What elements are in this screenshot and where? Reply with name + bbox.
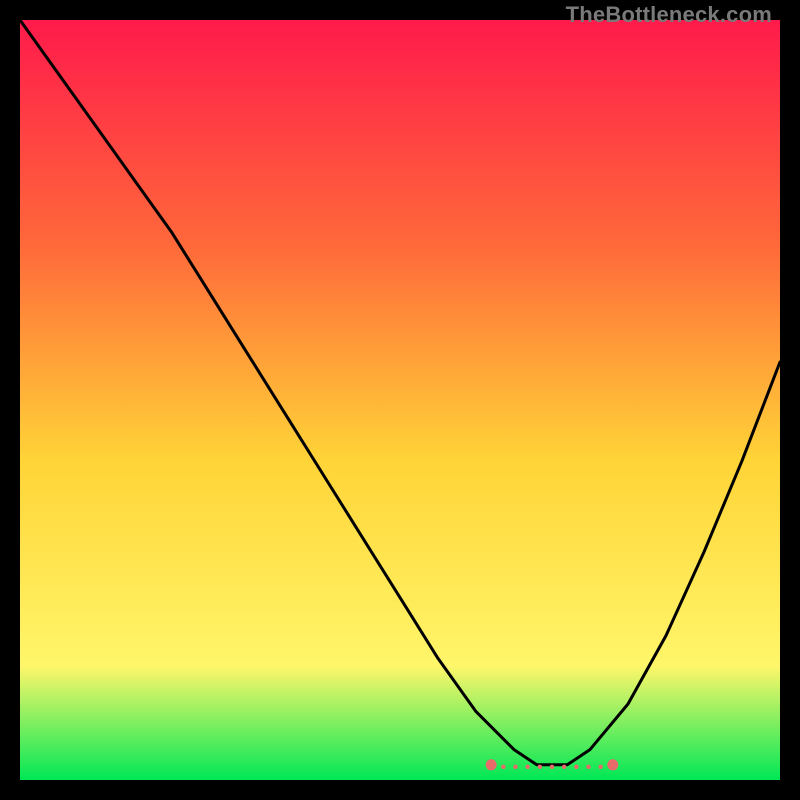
optimal-zone-dot (486, 759, 497, 770)
gradient-background (20, 20, 780, 780)
optimal-zone-dot (574, 765, 578, 769)
bottleneck-chart (20, 20, 780, 780)
optimal-zone-dot (550, 765, 554, 769)
watermark-text: TheBottleneck.com (566, 2, 772, 28)
optimal-zone-dot (513, 765, 517, 769)
optimal-zone-dot (525, 765, 529, 769)
optimal-zone-dot (538, 765, 542, 769)
optimal-zone-dot (562, 765, 566, 769)
optimal-zone-dot (586, 765, 590, 769)
chart-frame (20, 20, 780, 780)
optimal-zone-dot (501, 765, 505, 769)
optimal-zone-dot (598, 765, 602, 769)
optimal-zone-dot (607, 759, 618, 770)
